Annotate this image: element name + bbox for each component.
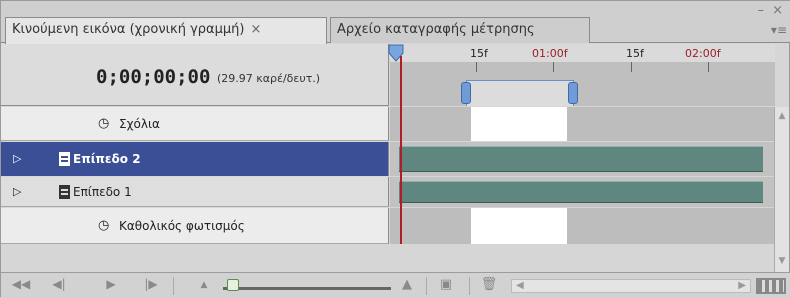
play-button[interactable]: ▶ xyxy=(101,277,121,291)
close-icon[interactable]: × xyxy=(250,18,261,42)
divider xyxy=(426,277,427,295)
layer-row-global-lighting[interactable]: ◷ Καθολικός φωτισμός xyxy=(1,208,389,244)
scroll-right-icon[interactable]: ▶ xyxy=(738,280,746,291)
ruler-label: 15f xyxy=(470,47,488,60)
timeline-footer: ◀◀ ◀| ▶ |▶ ▲ ▲ ▣ 🗑 ◀ ▶ xyxy=(1,272,790,298)
panel-options-grip-icon[interactable] xyxy=(756,278,786,294)
work-area-start-handle[interactable] xyxy=(461,82,471,104)
divider xyxy=(469,277,470,295)
zoom-slider-thumb[interactable] xyxy=(227,279,239,291)
zoom-slider-track[interactable] xyxy=(223,287,391,290)
work-area xyxy=(466,80,574,106)
time-ruler[interactable]: 15f 01:00f 15f 02:00f xyxy=(388,44,775,106)
horizontal-scrollbar[interactable]: ◀ ▶ xyxy=(511,279,751,293)
tab-label: Κινούμενη εικόνα (χρονική γραμμή) xyxy=(12,22,245,37)
work-area-highlight xyxy=(471,107,567,141)
expand-triangle-icon[interactable]: ▷ xyxy=(13,142,21,176)
tab-bar: Κινούμενη εικόνα (χρονική γραμμή) × Αρχεί… xyxy=(1,1,790,44)
track-comments[interactable] xyxy=(390,107,775,141)
current-time[interactable]: 0;00;00;00 xyxy=(96,66,210,88)
stopwatch-icon[interactable]: ◷ xyxy=(98,208,109,244)
ruler-tick xyxy=(476,62,477,72)
zoom-out-icon[interactable]: ▲ xyxy=(194,280,214,290)
scroll-up-icon[interactable]: ▲ xyxy=(776,111,788,123)
ruler-label: 02:00f xyxy=(685,47,721,60)
timeline-header: 0;00;00;00 (29.97 καρέ/δευτ.) xyxy=(1,44,389,106)
playhead-line[interactable] xyxy=(400,56,402,244)
film-strip-icon xyxy=(59,152,70,166)
ruler-label: 15f xyxy=(626,47,644,60)
zoom-in-icon[interactable]: ▲ xyxy=(397,277,417,292)
ruler-tick xyxy=(553,62,554,72)
layer-duration-bar[interactable] xyxy=(399,181,763,203)
tab-measurement-log[interactable]: Αρχείο καταγραφής μέτρησης xyxy=(330,17,590,43)
ruler-label: 01:00f xyxy=(532,47,568,60)
ruler-tick xyxy=(631,62,632,72)
layer-duration-bar[interactable] xyxy=(399,146,763,172)
tab-label: Αρχείο καταγραφής μέτρησης xyxy=(337,22,535,37)
layer-label: Επίπεδο 2 xyxy=(73,152,141,166)
layer-row-comments[interactable]: ◷ Σχόλια xyxy=(1,107,389,141)
divider xyxy=(173,277,174,295)
ruler-strip xyxy=(390,62,775,106)
window-controls[interactable]: – × xyxy=(757,3,785,18)
work-area-end-handle[interactable] xyxy=(568,82,578,104)
layer-row-layer-2[interactable]: ▷ Επίπεδο 2 xyxy=(1,142,389,176)
scroll-left-icon[interactable]: ◀ xyxy=(516,280,524,291)
tab-animation-timeline[interactable]: Κινούμενη εικόνα (χρονική γραμμή) × xyxy=(5,17,327,44)
empty-layer-area xyxy=(1,245,775,271)
track-global-lighting[interactable] xyxy=(390,208,775,244)
first-frame-button[interactable]: ◀◀ xyxy=(11,277,31,291)
film-strip-icon xyxy=(59,185,70,199)
layer-label: Επίπεδο 1 xyxy=(73,185,132,199)
work-area-highlight xyxy=(471,208,567,244)
tween-icon[interactable]: ▣ xyxy=(436,277,456,292)
layer-row-layer-1[interactable]: ▷ Επίπεδο 1 xyxy=(1,177,389,207)
layer-label: Σχόλια xyxy=(119,117,160,131)
expand-triangle-icon[interactable]: ▷ xyxy=(13,177,21,207)
frame-rate: (29.97 καρέ/δευτ.) xyxy=(217,72,321,85)
panel-menu-icon[interactable]: ▾≡ xyxy=(771,23,787,37)
previous-frame-button[interactable]: ◀| xyxy=(49,277,69,291)
layer-label: Καθολικός φωτισμός xyxy=(119,219,245,233)
trash-icon[interactable]: 🗑 xyxy=(479,277,499,292)
next-frame-button[interactable]: |▶ xyxy=(141,277,161,291)
scroll-down-icon[interactable]: ▼ xyxy=(776,256,788,268)
stopwatch-icon[interactable]: ◷ xyxy=(98,107,109,141)
vertical-scrollbar[interactable]: ▲ ▼ xyxy=(774,107,789,272)
ruler-tick xyxy=(708,62,709,72)
track-layer-1[interactable] xyxy=(390,177,775,207)
animation-timeline-panel: Κινούμενη εικόνα (χρονική γραμμή) × Αρχεί… xyxy=(0,0,790,298)
track-layer-2[interactable] xyxy=(390,142,775,176)
